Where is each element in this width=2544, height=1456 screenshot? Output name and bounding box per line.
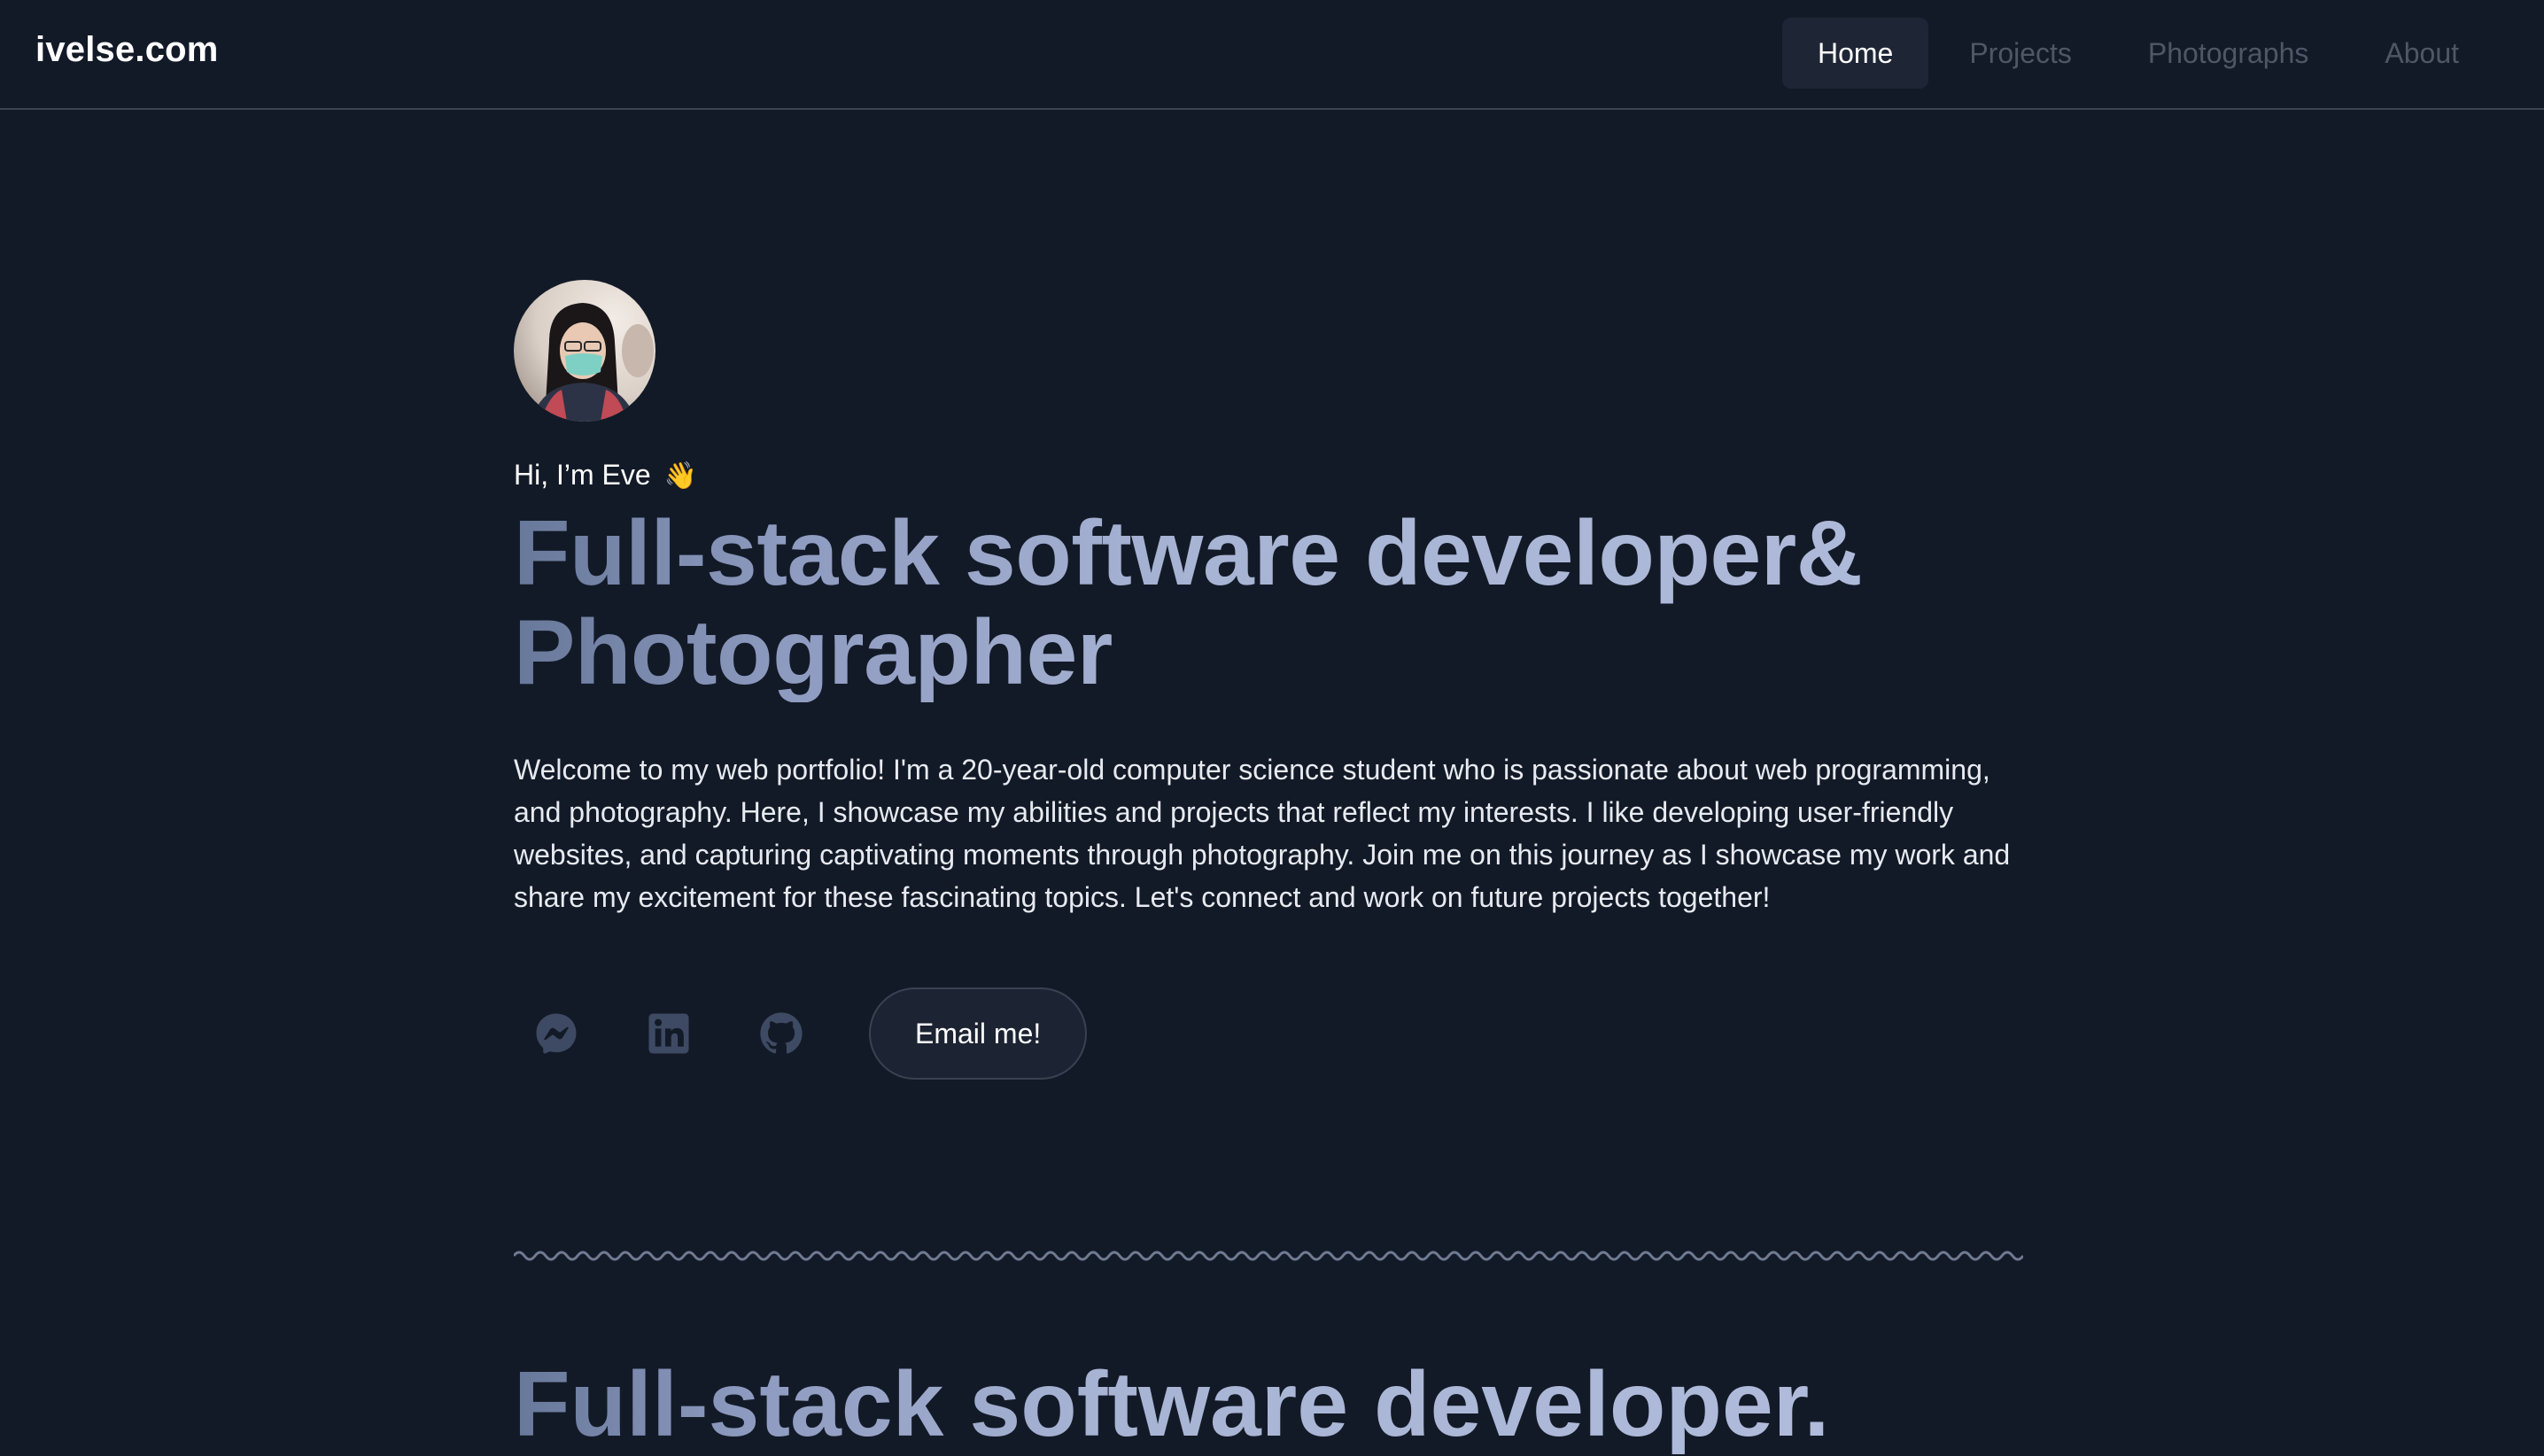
hero-headline: Full-stack software developer& Photograp… bbox=[514, 504, 2023, 702]
top-navigation-bar: ivelse.com Home Projects Photographs Abo… bbox=[0, 0, 2544, 110]
greeting-label: Hi, I’m Eve bbox=[514, 459, 651, 491]
github-icon[interactable] bbox=[751, 1003, 811, 1064]
greeting-text: Hi, I’m Eve 👋 bbox=[514, 459, 2023, 492]
section-heading: Full-stack software developer. bbox=[514, 1353, 1830, 1456]
wavy-divider bbox=[514, 1251, 2023, 1261]
headline-line-2: Photographer bbox=[514, 601, 1113, 704]
nav-about[interactable]: About bbox=[2349, 18, 2494, 89]
profile-avatar bbox=[514, 280, 655, 422]
nav-home[interactable]: Home bbox=[1781, 18, 1929, 89]
hero-section: Hi, I’m Eve 👋 Full-stack software develo… bbox=[514, 280, 2023, 1080]
linkedin-icon[interactable] bbox=[639, 1003, 699, 1064]
headline-line-1: Full-stack software developer& bbox=[514, 502, 1863, 605]
waving-hand-icon: 👋 bbox=[663, 461, 697, 491]
contact-actions: Email me! bbox=[514, 987, 2023, 1080]
site-logo[interactable]: ivelse.com bbox=[35, 30, 219, 70]
intro-paragraph: Welcome to my web portfolio! I'm a 20-ye… bbox=[514, 754, 2011, 913]
messenger-icon[interactable] bbox=[526, 1003, 586, 1064]
email-me-button[interactable]: Email me! bbox=[869, 987, 1088, 1080]
nav-projects[interactable]: Projects bbox=[1934, 18, 2107, 89]
nav-photographs[interactable]: Photographs bbox=[2113, 18, 2344, 89]
main-nav: Home Projects Photographs About bbox=[1781, 18, 2494, 89]
